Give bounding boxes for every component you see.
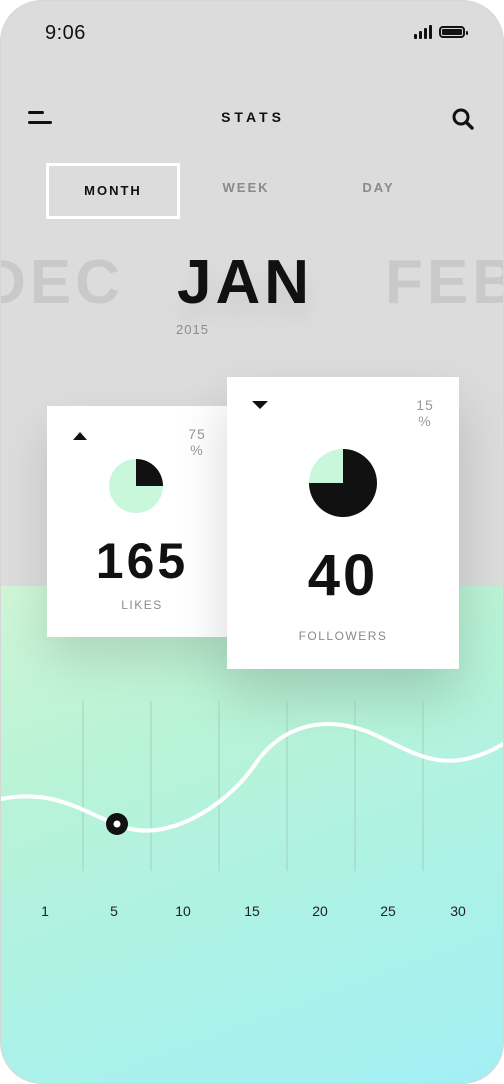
month-current: JAN	[177, 248, 314, 317]
battery-icon	[439, 26, 468, 38]
likes-card[interactable]: 75 % 165 LIKES	[47, 406, 237, 637]
trend-down-icon	[252, 401, 268, 409]
x-axis-label: 10	[175, 903, 191, 919]
year-label: 2015	[176, 322, 209, 337]
x-axis-label: 5	[110, 903, 118, 919]
tab-month[interactable]: MONTH	[46, 163, 180, 219]
signal-icon	[414, 25, 432, 39]
likes-value: 165	[95, 533, 189, 589]
page-title: STATS	[221, 109, 285, 125]
trend-up-icon	[73, 432, 87, 440]
search-icon[interactable]	[451, 107, 475, 131]
x-axis-label: 1	[41, 903, 49, 919]
month-next[interactable]: FEB	[385, 247, 503, 318]
followers-percent: 15 %	[416, 397, 434, 429]
trend-line	[1, 722, 503, 833]
likes-percent: 75 %	[188, 426, 206, 458]
tab-day[interactable]: DAY	[326, 163, 431, 213]
followers-card[interactable]: 15 % 40 FOLLOWERS	[227, 377, 459, 669]
status-icons	[414, 25, 468, 39]
status-time: 9:06	[45, 22, 86, 44]
x-axis-label: 15	[244, 903, 260, 919]
followers-value: 40	[307, 543, 379, 608]
likes-label: LIKES	[121, 598, 163, 612]
x-axis-label: 20	[312, 903, 328, 919]
followers-label: FOLLOWERS	[298, 629, 388, 643]
activity-line-chart[interactable]	[1, 691, 504, 891]
month-prev[interactable]: DEC	[1, 247, 124, 318]
x-axis-label: 25	[380, 903, 396, 919]
likes-pie-chart	[109, 459, 163, 513]
tab-week[interactable]: WEEK	[191, 163, 301, 213]
x-axis-label: 30	[450, 903, 466, 919]
phone-screen: 9:06 STATS MONTH WEEK DAY DEC JAN FEB 20…	[0, 0, 504, 1084]
followers-pie-chart	[309, 449, 377, 517]
